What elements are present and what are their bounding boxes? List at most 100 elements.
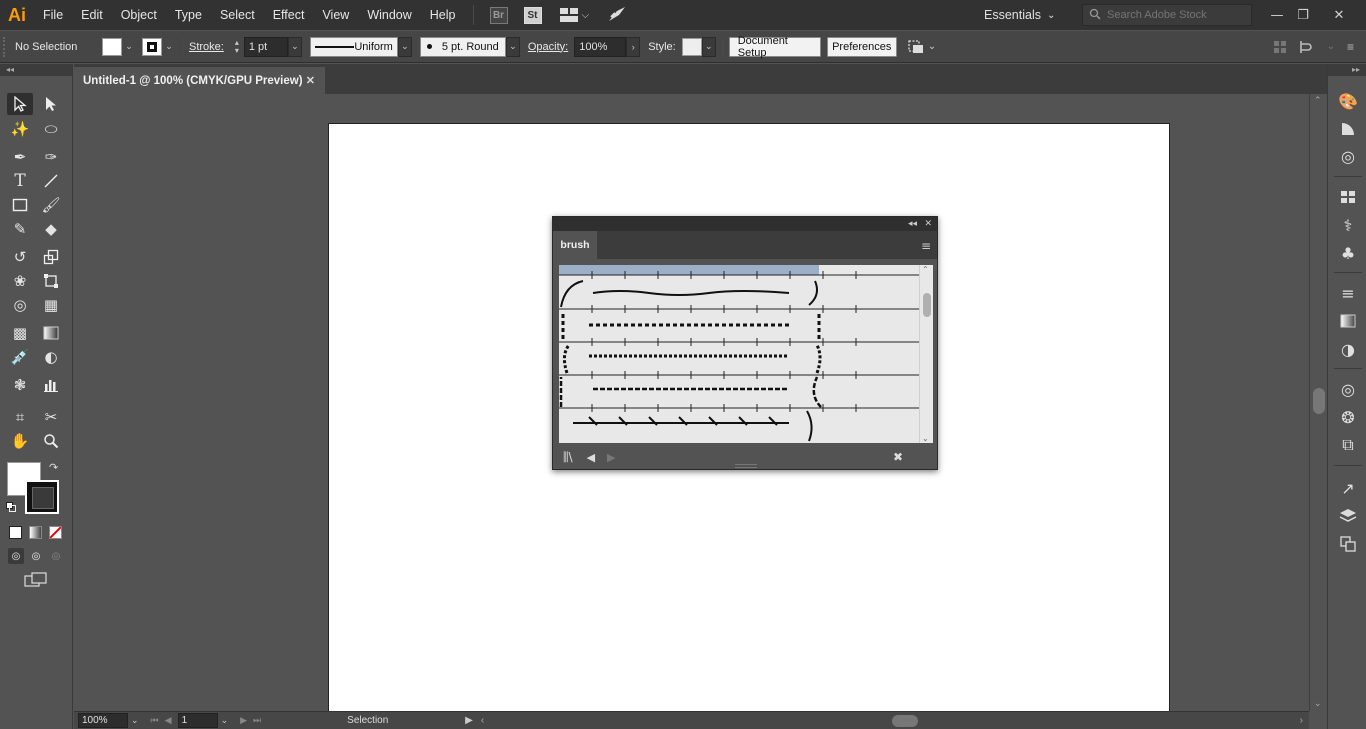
tools-collapse-icon[interactable]: ◂◂ [0, 64, 72, 76]
align-icon[interactable]: ⌄ ≡ [1273, 40, 1366, 54]
scale-tool-icon[interactable] [38, 246, 64, 268]
color-panel-icon[interactable]: 🎨 [1336, 89, 1360, 113]
slice-tool-icon[interactable]: ✂ [38, 406, 64, 428]
stroke-weight-dropdown[interactable]: ⌄ [287, 36, 302, 57]
menu-effect[interactable]: Effect [264, 0, 314, 30]
close-icon[interactable]: ✕ [924, 217, 932, 231]
selection-tool-icon[interactable] [7, 93, 33, 115]
gpu-performance-icon[interactable] [607, 5, 627, 26]
stroke-weight-field[interactable]: 1 pt [243, 36, 288, 57]
rotate-tool-icon[interactable]: ↺ [7, 246, 33, 268]
color-guide-icon[interactable] [1336, 117, 1360, 141]
blend-tool-icon[interactable]: ◐ [38, 346, 64, 368]
transparency-panel-icon[interactable]: ◑ [1336, 337, 1360, 361]
rectangle-tool-icon[interactable] [7, 194, 33, 216]
swap-colors-icon[interactable]: ↷ [49, 461, 58, 474]
curvature-tool-icon[interactable]: ✑ [38, 146, 64, 168]
graphic-style-swatch[interactable] [681, 37, 702, 56]
arrange-documents-icon[interactable]: ⌵ [559, 8, 589, 22]
magic-wand-tool-icon[interactable]: ✨ [7, 118, 33, 140]
scroll-up-icon[interactable]: ⌃ [1314, 96, 1322, 106]
stock-search[interactable] [1082, 4, 1252, 26]
menu-view[interactable]: View [313, 0, 358, 30]
default-colors-icon[interactable] [6, 502, 16, 512]
column-graph-tool-icon[interactable] [38, 374, 64, 396]
last-artboard-icon[interactable]: ⏭ [253, 715, 261, 726]
scroll-up-icon[interactable]: ⌃ [922, 265, 929, 274]
remove-brush-stroke-icon[interactable]: ✖ [893, 450, 903, 464]
shape-builder-tool-icon[interactable]: ◎ [7, 294, 33, 316]
dock-expand-icon[interactable]: ▸▸ [1328, 64, 1366, 76]
arrange-icon[interactable]: ⌄ [907, 39, 936, 55]
stroke-color-box[interactable] [25, 480, 59, 514]
close-window-button[interactable]: ✕ [1322, 0, 1356, 30]
menu-type[interactable]: Type [166, 0, 211, 30]
preferences-button[interactable]: Preferences [826, 36, 897, 57]
menu-select[interactable]: Select [211, 0, 264, 30]
brush-panel-tab[interactable]: brush [553, 231, 597, 259]
zoom-tool-icon[interactable] [38, 430, 64, 452]
gradient-tool-icon[interactable] [38, 322, 64, 344]
scroll-down-icon[interactable]: ⌄ [1314, 699, 1322, 709]
gradient-panel-icon[interactable] [1336, 309, 1360, 333]
pen-tool-icon[interactable]: ✒ [7, 146, 33, 168]
menu-object[interactable]: Object [112, 0, 166, 30]
vertical-scroll-thumb[interactable] [1313, 388, 1325, 414]
panel-menu-icon[interactable]: ≡ [1347, 40, 1354, 54]
artboards-panel-icon[interactable] [1336, 532, 1360, 556]
none-mode-icon[interactable] [49, 526, 62, 539]
graphic-styles-icon[interactable]: ❂ [1336, 405, 1360, 429]
status-menu-icon[interactable]: ▶ [465, 715, 473, 726]
brush-list[interactable] [559, 265, 919, 443]
perspective-grid-tool-icon[interactable]: ▦ [38, 294, 64, 316]
previous-library-icon[interactable]: ◀ [587, 451, 595, 464]
chevron-down-icon[interactable]: ⌄ [131, 715, 139, 726]
bridge-button[interactable]: Br [489, 6, 508, 24]
line-segment-tool-icon[interactable] [38, 170, 64, 192]
graphic-style-dropdown[interactable]: ⌄ [701, 36, 716, 57]
close-icon[interactable]: ✕ [306, 74, 315, 87]
menu-edit[interactable]: Edit [72, 0, 112, 30]
horizontal-scroll-thumb[interactable] [892, 715, 918, 727]
stroke-dropdown[interactable]: ⌄ [162, 36, 176, 57]
next-library-icon[interactable]: ▶ [607, 451, 615, 464]
draw-behind-icon[interactable]: ◎ [28, 548, 44, 564]
cc-libraries-icon[interactable]: ◎ [1336, 144, 1360, 168]
brush-libraries-menu-icon[interactable]: ⫼\ [563, 450, 573, 465]
scroll-left-icon[interactable]: ‹ [481, 715, 484, 726]
lasso-tool-icon[interactable]: ⬭ [38, 118, 64, 140]
variable-width-profile[interactable]: Uniform [309, 36, 398, 57]
hand-tool-icon[interactable]: ✋ [7, 430, 33, 452]
artboard-tool-icon[interactable]: ⌗ [7, 406, 33, 428]
shaper-tool-icon[interactable]: ✎ [7, 218, 33, 240]
fill-dropdown[interactable]: ⌄ [122, 36, 136, 57]
profile-dropdown[interactable]: ⌄ [397, 36, 412, 57]
draw-inside-icon[interactable]: ◎ [48, 548, 64, 564]
appearance-panel-icon[interactable]: ◎ [1336, 377, 1360, 401]
export-panel-icon[interactable]: ↗ [1336, 476, 1360, 500]
swatches-panel-icon[interactable] [1336, 185, 1360, 209]
artboard-number-field[interactable]: 1 [177, 713, 218, 728]
panel-menu-icon[interactable]: ≡ [921, 239, 931, 253]
symbols-panel-icon[interactable]: ♣ [1336, 241, 1360, 265]
symbol-sprayer-tool-icon[interactable]: ❃ [7, 374, 33, 396]
previous-artboard-icon[interactable]: ◀ [165, 715, 172, 726]
stroke-swatch[interactable] [142, 37, 162, 56]
width-tool-icon[interactable]: ❀ [7, 270, 33, 292]
brush-definition[interactable]: 5 pt. Round [419, 36, 506, 57]
screen-mode-icon[interactable] [24, 572, 48, 591]
eraser-tool-icon[interactable]: ◆ [38, 218, 64, 240]
opacity-arrow[interactable]: › [626, 36, 641, 57]
chevron-down-icon[interactable]: ⌄ [221, 715, 229, 726]
collapse-panel-icon[interactable]: ◂◂ [908, 217, 917, 231]
menu-window[interactable]: Window [358, 0, 420, 30]
menu-file[interactable]: File [34, 0, 72, 30]
gradient-mode-icon[interactable] [29, 526, 42, 539]
brush-list-scroll-thumb[interactable] [923, 293, 931, 317]
brush-definition-dropdown[interactable]: ⌄ [505, 36, 520, 57]
stroke-weight-stepper[interactable]: ▴ ▾ [230, 37, 244, 57]
direct-selection-tool-icon[interactable] [38, 93, 64, 115]
zoom-field[interactable]: 100% [78, 713, 128, 728]
panel-title-bar[interactable]: ◂◂ ✕ [553, 217, 937, 231]
workspace-switcher[interactable]: Essentials ⌄ [984, 0, 1055, 30]
